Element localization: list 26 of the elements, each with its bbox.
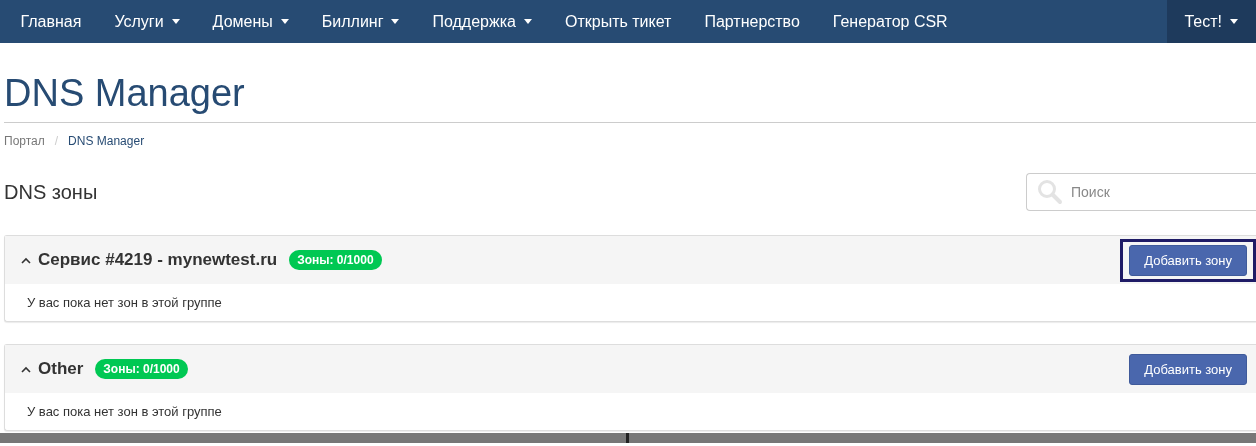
- breadcrumb-separator: /: [54, 134, 59, 148]
- nav-item[interactable]: Открыть тикет: [548, 0, 688, 43]
- breadcrumb-current: DNS Manager: [68, 134, 145, 148]
- nav-item[interactable]: Поддержка: [416, 0, 549, 43]
- empty-message: У вас пока нет зон в этой группе: [27, 404, 222, 419]
- search-field[interactable]: Поиск: [1026, 173, 1256, 211]
- group-title: Сервис #4219 - mynewtest.ru: [38, 250, 278, 270]
- section-title: DNS зоны: [4, 180, 98, 204]
- nav-item[interactable]: Партнерство: [687, 0, 817, 43]
- nav-item[interactable]: Домены: [196, 0, 306, 43]
- empty-message: У вас пока нет зон в этой группе: [27, 295, 222, 310]
- nav-item[interactable]: Главная: [4, 0, 98, 43]
- user-menu[interactable]: Тест!: [1167, 0, 1256, 43]
- search-icon: [1037, 179, 1063, 205]
- nav-item[interactable]: Биллинг: [305, 0, 416, 43]
- page-title: DNS Manager: [4, 71, 1256, 123]
- chevron-up-icon[interactable]: [21, 365, 31, 373]
- breadcrumb-link[interactable]: Портал: [4, 134, 45, 148]
- zone-count-badge: Зоны: 0/1000: [289, 250, 382, 270]
- nav-item[interactable]: Услуги: [97, 0, 197, 43]
- nav-item[interactable]: Генератор CSR: [816, 0, 965, 43]
- add-zone-button[interactable]: Добавить зону: [1129, 244, 1247, 276]
- zone-count-badge: Зоны: 0/1000: [95, 359, 188, 379]
- add-zone-button[interactable]: Добавить зону: [1129, 353, 1247, 385]
- group-title: Other: [38, 359, 84, 379]
- chevron-up-icon[interactable]: [21, 256, 31, 264]
